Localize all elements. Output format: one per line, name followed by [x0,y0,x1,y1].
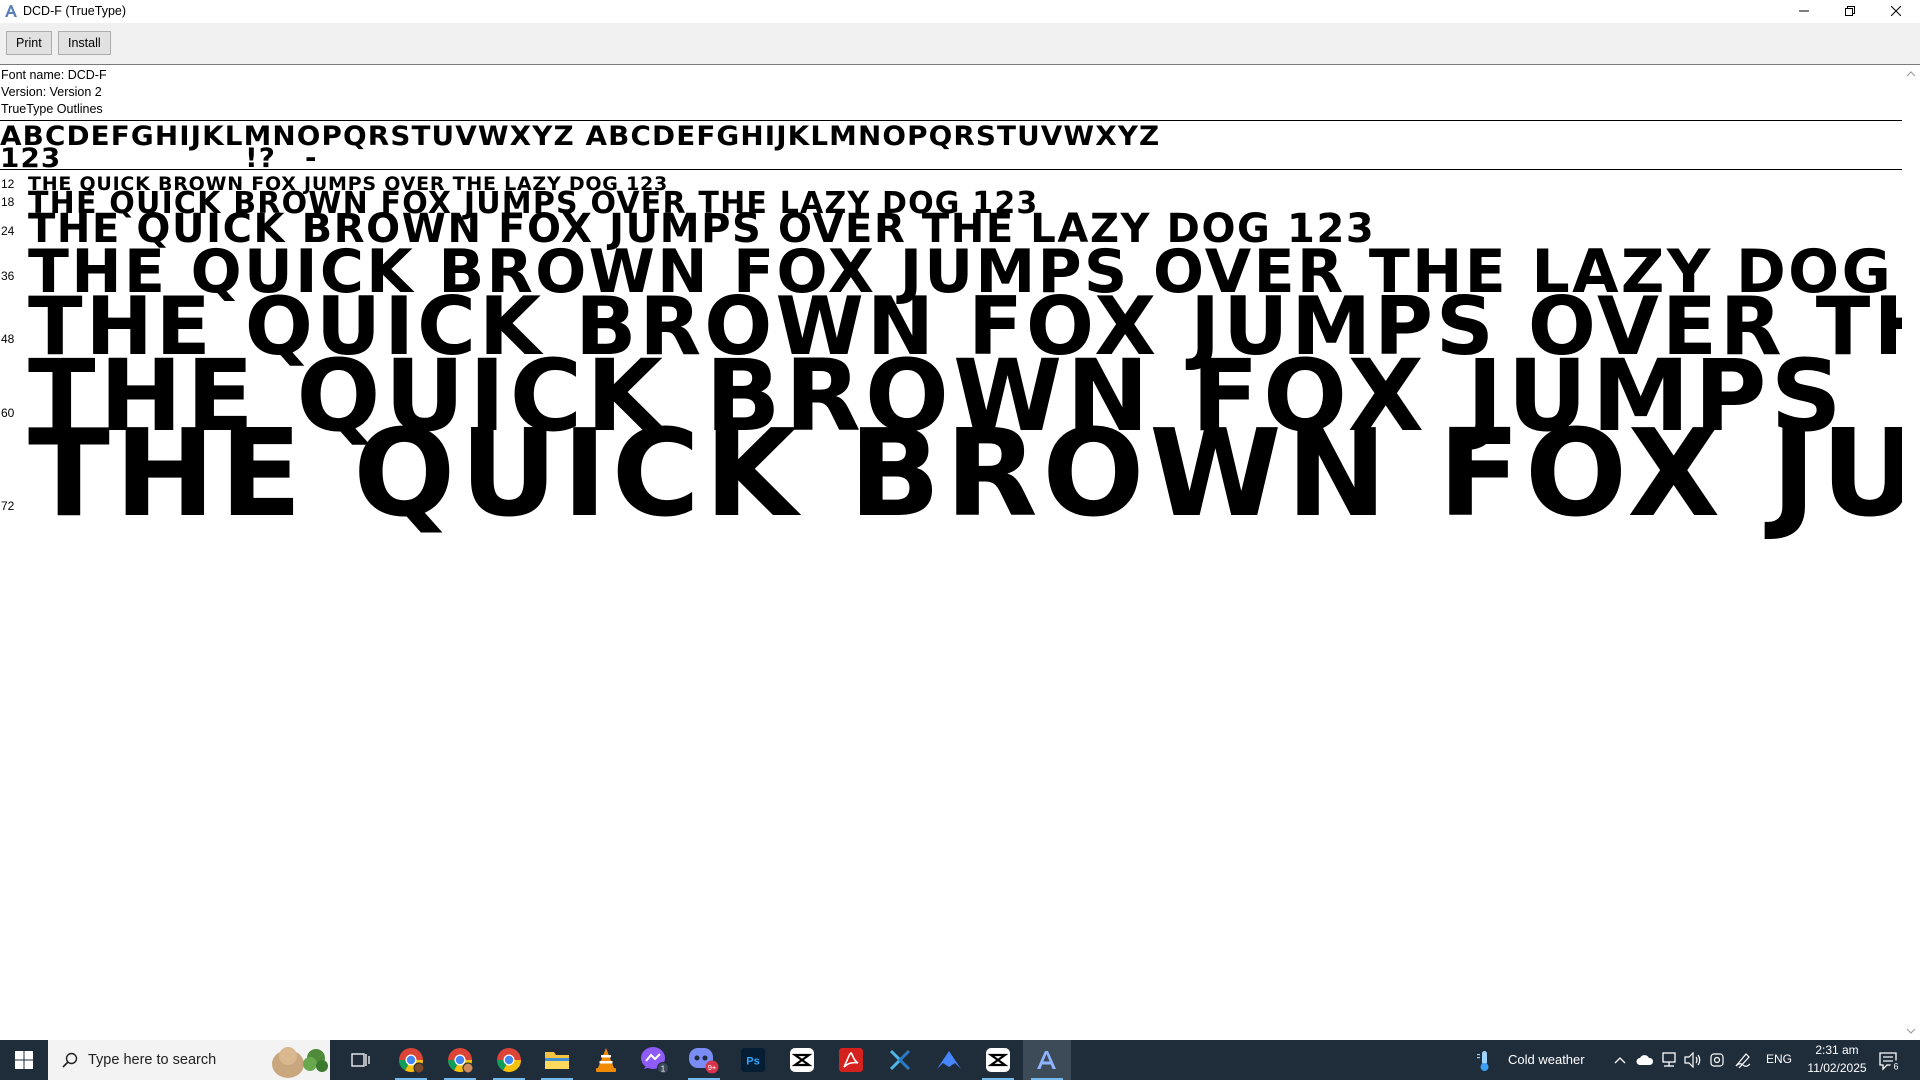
vertical-scrollbar[interactable] [1902,65,1920,1040]
font-name: Font name: DCD-F [1,68,107,82]
chrome-button[interactable] [485,1040,533,1080]
discord-button[interactable]: 9+ [680,1040,728,1080]
volume-icon[interactable] [1684,1052,1702,1068]
chrome-profile-1-icon [399,1048,424,1073]
photoshop-label: Ps [746,1056,759,1068]
taskbar: Type here to search 1 9+ Ps Cold weather… [0,1040,1920,1080]
chevron-up-icon[interactable] [1614,1056,1626,1064]
chrome-profile-2-button[interactable] [436,1040,484,1080]
font-preview-area: Font name: DCD-F Version: Version 2 True… [0,65,1902,1040]
scroll-up-icon[interactable] [1906,70,1916,78]
close-button[interactable] [1873,0,1919,22]
onedrive-icon[interactable] [1636,1054,1654,1066]
sample-size-label: 36 [1,269,15,283]
install-button[interactable]: Install [58,31,111,55]
minimize-icon [1799,10,1809,12]
weather-text[interactable]: Cold weather [1508,1052,1585,1067]
sample-size-label: 12 [1,177,15,191]
pen-icon[interactable] [1734,1052,1752,1068]
discord-icon: 9+ [689,1048,719,1074]
notification-count: 6 [1893,1062,1898,1072]
font-viewer-icon [1037,1051,1056,1069]
clock-time[interactable]: 2:31 am [1808,1043,1866,1057]
charset-punctuation-2: - [305,143,318,174]
discord-badge: 9+ [708,1063,717,1072]
meet-now-icon[interactable] [1709,1052,1725,1068]
task-view-button[interactable] [336,1040,384,1080]
sample-size-label: 18 [1,195,15,209]
search-icon [62,1052,78,1068]
font-outline-type: TrueType Outlines [1,102,103,116]
close-icon [1891,6,1901,16]
photoshop-icon: Ps [741,1048,765,1072]
capcut-button[interactable] [778,1040,826,1080]
restore-icon [1845,6,1855,16]
sample-size-label: 60 [1,406,15,420]
capcut-icon [790,1048,814,1072]
weather-thermometer-icon[interactable] [1476,1050,1492,1072]
search-highlight-image [272,1047,328,1078]
start-button[interactable] [0,1040,48,1080]
search-placeholder: Type here to search [88,1052,217,1068]
sample-text: THE QUICK BROWN FOX JU [28,405,1902,544]
language-indicator[interactable]: ENG [1766,1052,1792,1066]
file-explorer-icon [545,1052,569,1069]
restore-button[interactable] [1827,0,1873,22]
windows-icon [15,1051,33,1069]
acrobat-icon [839,1048,863,1072]
sample-size-label: 24 [1,224,15,238]
app-icon [889,1049,911,1071]
messenger-button[interactable]: 1 [631,1040,679,1080]
photoshop-button[interactable]: Ps [729,1040,777,1080]
chrome-profile-1-button[interactable] [387,1040,435,1080]
notifications-icon[interactable]: 6 [1878,1050,1902,1072]
sample-size-label: 48 [1,332,15,346]
messenger-icon: 1 [641,1047,669,1074]
capcut-2-button[interactable] [974,1040,1022,1080]
capcut-2-icon [986,1048,1010,1072]
vlc-icon [596,1048,616,1072]
nordvpn-button[interactable] [925,1040,973,1080]
file-explorer-button[interactable] [533,1040,581,1080]
toolbar: Print Install [0,23,1920,65]
chrome-profile-2-icon [448,1048,473,1073]
app-button[interactable] [876,1040,924,1080]
search-box[interactable]: Type here to search [48,1040,330,1080]
window-title: DCD-F (TrueType) [23,4,127,18]
clock-date[interactable]: 11/02/2025 [1800,1061,1874,1075]
chrome-icon [497,1048,521,1073]
vlc-button[interactable] [582,1040,630,1080]
minimize-button[interactable] [1781,0,1827,22]
acrobat-button[interactable] [827,1040,875,1080]
nordvpn-icon [937,1051,961,1069]
scroll-down-icon[interactable] [1906,1027,1916,1035]
messenger-badge: 1 [661,1065,666,1074]
title-bar: DCD-F (TrueType) [0,0,1920,23]
charset-punctuation-1: !? [245,143,277,174]
divider [0,169,1902,170]
font-viewer-button[interactable] [1023,1040,1071,1080]
task-view-icon [351,1053,370,1067]
network-icon[interactable] [1660,1052,1678,1068]
charset-line-2: 123 [0,143,62,174]
font-file-icon [5,5,17,17]
font-version: Version: Version 2 [1,85,102,99]
print-button[interactable]: Print [6,31,52,55]
sample-size-label: 72 [1,499,15,513]
charset-line-1: ABCDEFGHIJKLMNOPQRSTUVWXYZ ABCDEFGHIJKLM… [0,121,1161,152]
